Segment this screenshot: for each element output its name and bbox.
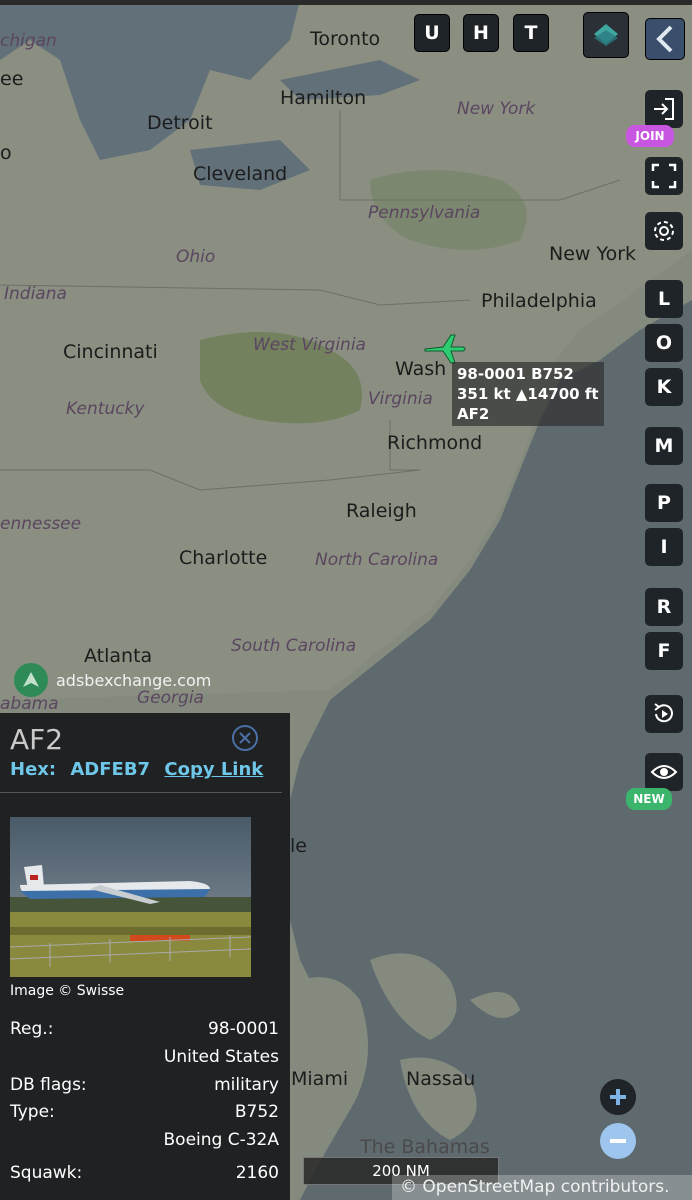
login-button[interactable] xyxy=(645,90,683,128)
map-label: ennessee xyxy=(0,514,82,534)
replay-icon xyxy=(654,703,673,723)
eye-icon xyxy=(650,765,678,779)
visibility-button[interactable] xyxy=(645,753,683,791)
map-label: Kentucky xyxy=(66,399,145,419)
map-label: North Carolina xyxy=(315,550,439,570)
map-label: chigan xyxy=(0,31,57,51)
detail-key: DB flags: xyxy=(10,1075,87,1095)
zoom-out-button[interactable] xyxy=(600,1123,636,1159)
aircraft-label[interactable]: 98-0001 B752 351 kt ▲14700 ft AF2 xyxy=(452,362,604,426)
map-label: Virginia xyxy=(368,389,433,409)
close-panel-button[interactable] xyxy=(232,725,258,751)
toolbar-button-t[interactable]: T xyxy=(513,14,549,52)
map-label: Charlotte xyxy=(179,547,268,569)
panel-title: AF2 xyxy=(10,723,64,756)
map-label: le xyxy=(290,835,307,857)
toggle-i-button[interactable]: I xyxy=(645,528,683,566)
close-icon xyxy=(239,732,251,744)
toggle-f-button[interactable]: F xyxy=(645,632,683,670)
map-label: ee xyxy=(0,68,24,90)
detail-value: B752 xyxy=(234,1102,279,1122)
detail-value: United States xyxy=(163,1047,279,1067)
toggle-k-button[interactable]: K xyxy=(645,368,683,406)
map-label: Raleigh xyxy=(346,500,417,522)
detail-value: military xyxy=(214,1075,279,1095)
replay-button[interactable] xyxy=(645,695,683,733)
aircraft-label-callsign: AF2 xyxy=(457,405,490,423)
toolbar-button-h[interactable]: H xyxy=(463,14,499,52)
settings-button[interactable] xyxy=(645,212,683,250)
map-label: Cleveland xyxy=(193,163,288,185)
map-label: South Carolina xyxy=(231,636,357,656)
layers-button[interactable] xyxy=(583,12,629,58)
map-label: Hamilton xyxy=(280,87,367,109)
toolbar-button-u[interactable]: U xyxy=(414,14,450,52)
watermark-text: adsbexchange.com xyxy=(56,670,212,690)
hex-label: Hex: xyxy=(10,759,57,780)
map-label: abama xyxy=(0,694,59,714)
new-badge: NEW xyxy=(626,788,672,810)
map-label: Indiana xyxy=(4,284,67,304)
toggle-o-button[interactable]: O xyxy=(645,324,683,362)
collapse-sidebar-button[interactable] xyxy=(645,18,685,60)
map-label: Ohio xyxy=(176,247,216,267)
join-badge[interactable]: JOIN xyxy=(626,125,674,147)
photo-credit: Image © Swisse xyxy=(10,983,125,999)
toggle-r-button[interactable]: R xyxy=(645,588,683,626)
map-label: New York xyxy=(549,243,637,265)
map-label: Toronto xyxy=(310,28,381,50)
map-label: o xyxy=(0,142,12,164)
top-edge xyxy=(0,0,692,5)
login-icon xyxy=(654,98,674,120)
aircraft-info-panel: AF2 Hex: ADFEB7 Copy Link Image © Swisse… xyxy=(0,713,290,1200)
detail-key: Type: xyxy=(10,1102,55,1122)
adsbexchange-logo-icon xyxy=(14,663,48,697)
map-attribution[interactable]: © OpenStreetMap contributors. xyxy=(392,1175,692,1200)
detail-value: Boeing C-32A xyxy=(163,1130,279,1150)
detail-key: Squawk: xyxy=(10,1163,83,1183)
toggle-m-button[interactable]: M xyxy=(645,427,683,465)
map-label: Detroit xyxy=(147,112,213,134)
hex-row: Hex: ADFEB7 Copy Link xyxy=(10,759,271,780)
map-label: Miami xyxy=(291,1068,349,1090)
layers-icon xyxy=(594,24,618,46)
map-label: New York xyxy=(457,99,536,119)
panel-divider xyxy=(0,792,282,793)
zoom-in-button[interactable] xyxy=(600,1079,636,1115)
hex-value: ADFEB7 xyxy=(70,759,151,780)
fullscreen-icon xyxy=(651,163,677,189)
copy-link[interactable]: Copy Link xyxy=(164,759,263,780)
map-label: The Bahamas xyxy=(360,1136,490,1158)
chevron-left-icon xyxy=(656,25,673,53)
map-label: Philadelphia xyxy=(481,290,597,312)
map-label: Richmond xyxy=(387,432,483,454)
minus-icon xyxy=(610,1139,626,1143)
map-label: Pennsylvania xyxy=(368,203,481,223)
map-label: Cincinnati xyxy=(63,341,158,363)
aircraft-label-reg: 98-0001 B752 xyxy=(457,365,574,383)
map-label: West Virginia xyxy=(253,335,366,355)
fullscreen-button[interactable] xyxy=(645,157,683,195)
toggle-p-button[interactable]: P xyxy=(645,484,683,522)
toggle-l-button[interactable]: L xyxy=(645,280,683,318)
aircraft-label-speed-alt: 351 kt ▲14700 ft xyxy=(457,385,599,403)
detail-key: Reg.: xyxy=(10,1019,54,1039)
watermark: adsbexchange.com xyxy=(14,663,211,697)
aircraft-photo[interactable] xyxy=(10,817,251,977)
detail-value: 2160 xyxy=(235,1163,279,1183)
plus-icon xyxy=(610,1089,626,1105)
gear-icon xyxy=(654,221,674,241)
map-label: Nassau xyxy=(406,1068,476,1090)
detail-value: 98-0001 xyxy=(207,1019,279,1039)
